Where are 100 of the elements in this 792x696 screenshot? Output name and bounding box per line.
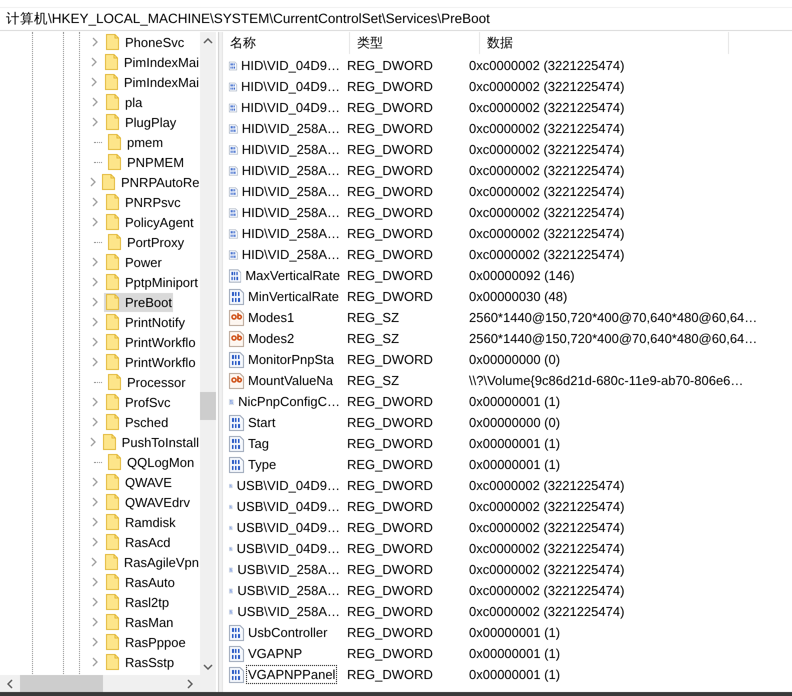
tree-item[interactable]: PimIndexMai <box>102 52 200 72</box>
tree-item[interactable]: Ramdisk <box>104 512 177 532</box>
tree-item[interactable]: PNRPAutoRe <box>100 172 201 192</box>
expand-chevron-icon[interactable] <box>91 57 98 67</box>
expand-chevron-icon[interactable] <box>92 97 98 107</box>
value-data: 0x00000001 (1) <box>468 625 560 640</box>
expand-chevron-icon[interactable] <box>92 617 98 627</box>
tree-item[interactable]: PortProxy <box>106 232 186 252</box>
column-header[interactable]: 名称 <box>223 32 350 54</box>
chevron-up-icon <box>203 38 213 44</box>
value-name[interactable]: USB\VID_258A… <box>235 602 342 621</box>
value-name[interactable]: USB\VID_258A… <box>235 581 342 600</box>
tree-item[interactable]: RasPppoe <box>104 632 187 652</box>
expand-chevron-icon[interactable] <box>92 117 98 127</box>
tree-item[interactable]: QWAVE <box>104 472 173 492</box>
value-name[interactable]: UsbController <box>246 623 330 642</box>
expand-chevron-icon[interactable] <box>92 477 98 487</box>
expand-chevron-icon[interactable] <box>92 597 98 607</box>
value-name[interactable]: VGAPNP <box>246 644 304 663</box>
scrollbar-thumb[interactable] <box>20 675 103 692</box>
value-name[interactable]: USB\VID_04D9… <box>234 518 342 537</box>
tree-item[interactable]: PolicyAgent <box>104 212 195 232</box>
value-name[interactable]: USB\VID_04D9… <box>234 539 342 558</box>
vertical-scrollbar[interactable] <box>200 32 216 675</box>
expand-chevron-icon[interactable] <box>92 417 98 427</box>
value-name[interactable]: HID\VID_258A… <box>240 245 342 264</box>
tree-item[interactable]: PrintWorkflo <box>104 332 197 352</box>
value-name[interactable]: HID\VID_04D9… <box>239 56 342 75</box>
expand-chevron-icon[interactable] <box>92 297 98 307</box>
expand-chevron-icon[interactable] <box>92 517 98 527</box>
tree-item[interactable]: QQLogMon <box>106 452 196 472</box>
value-type: REG_DWORD <box>346 205 434 220</box>
expand-chevron-icon[interactable] <box>92 37 98 47</box>
value-name[interactable]: MaxVerticalRate <box>243 266 342 285</box>
value-name[interactable]: VGAPNPPanel <box>246 665 338 684</box>
tree-item[interactable]: pmem <box>106 132 164 152</box>
expand-chevron-icon[interactable] <box>92 197 98 207</box>
tree-item[interactable]: PNRPsvc <box>104 192 182 212</box>
tree-item[interactable]: RasAgileVpn <box>102 552 200 572</box>
expand-chevron-icon[interactable] <box>92 317 98 327</box>
expand-chevron-icon[interactable] <box>92 397 98 407</box>
value-name[interactable]: HID\VID_258A… <box>240 140 342 159</box>
tree-item[interactable]: Power <box>104 252 163 272</box>
value-name[interactable]: MonitorPnpSta <box>246 350 336 369</box>
tree-item[interactable]: PrintWorkflo <box>104 352 197 372</box>
value-name[interactable]: USB\VID_04D9… <box>234 476 342 495</box>
value-name[interactable]: HID\VID_258A… <box>240 119 342 138</box>
tree-item[interactable]: pla <box>104 92 144 112</box>
tree-item[interactable]: PimIndexMai <box>102 72 200 92</box>
tree-item[interactable]: Psched <box>104 412 170 432</box>
expand-chevron-icon[interactable] <box>92 537 98 547</box>
expand-chevron-icon[interactable] <box>92 217 98 227</box>
tree-item[interactable]: PhoneSvc <box>104 32 186 52</box>
tree-item[interactable]: PreBoot <box>104 292 173 312</box>
tree-item[interactable]: PNPMEM <box>106 152 186 172</box>
expand-chevron-icon[interactable] <box>92 277 98 287</box>
tree-item[interactable]: Rasl2tp <box>104 592 170 612</box>
expand-chevron-icon[interactable] <box>92 337 98 347</box>
expand-chevron-icon[interactable] <box>92 637 98 647</box>
value-name[interactable]: Modes2 <box>246 329 296 348</box>
value-name[interactable]: HID\VID_258A… <box>240 224 342 243</box>
value-name[interactable]: USB\VID_04D9… <box>234 497 342 516</box>
value-name[interactable]: Type <box>246 455 278 474</box>
value-name[interactable]: HID\VID_258A… <box>240 182 342 201</box>
value-name[interactable]: USB\VID_258A… <box>235 560 342 579</box>
value-name[interactable]: HID\VID_258A… <box>240 203 342 222</box>
expand-chevron-icon[interactable] <box>91 557 98 567</box>
tree-item[interactable]: QWAVEdrv <box>104 492 192 512</box>
column-header[interactable]: 类型 <box>350 32 480 54</box>
column-header[interactable]: 数据 <box>480 32 729 54</box>
tree-item[interactable]: RasMan <box>104 612 174 632</box>
tree-item[interactable]: ProfSvc <box>104 392 172 412</box>
scrollbar-thumb[interactable] <box>200 392 216 420</box>
value-name[interactable]: NicPnpConfigC… <box>236 392 342 411</box>
tree-item[interactable]: PrintNotify <box>104 312 186 332</box>
expand-chevron-icon[interactable] <box>92 357 98 367</box>
tree-item[interactable]: PlugPlay <box>104 112 178 132</box>
tree-item[interactable]: PushToInstall <box>100 432 200 452</box>
tree-item[interactable]: PptpMiniport <box>104 272 199 292</box>
expand-chevron-icon[interactable] <box>90 437 96 447</box>
horizontal-scrollbar[interactable] <box>0 675 216 692</box>
expand-chevron-icon[interactable] <box>92 577 98 587</box>
value-type: REG_DWORD <box>346 184 434 199</box>
value-name[interactable]: MinVerticalRate <box>246 287 342 306</box>
value-name[interactable]: Start <box>246 413 278 432</box>
tree-item[interactable]: Processor <box>106 372 187 392</box>
tree-item[interactable]: RasSstp <box>104 652 176 672</box>
value-name[interactable]: HID\VID_04D9… <box>239 98 342 117</box>
expand-chevron-icon[interactable] <box>92 257 98 267</box>
value-name[interactable]: MountValueNa <box>246 371 336 390</box>
value-name[interactable]: HID\VID_04D9… <box>239 77 342 96</box>
value-name[interactable]: HID\VID_258A… <box>240 161 342 180</box>
expand-chevron-icon[interactable] <box>92 497 98 507</box>
value-name[interactable]: Tag <box>246 434 271 453</box>
tree-item[interactable]: RasAuto <box>104 572 176 592</box>
value-name[interactable]: Modes1 <box>246 308 296 327</box>
expand-chevron-icon[interactable] <box>92 657 98 667</box>
expand-chevron-icon[interactable] <box>90 177 96 187</box>
tree-item[interactable]: RasAcd <box>104 532 172 552</box>
expand-chevron-icon[interactable] <box>91 77 98 87</box>
